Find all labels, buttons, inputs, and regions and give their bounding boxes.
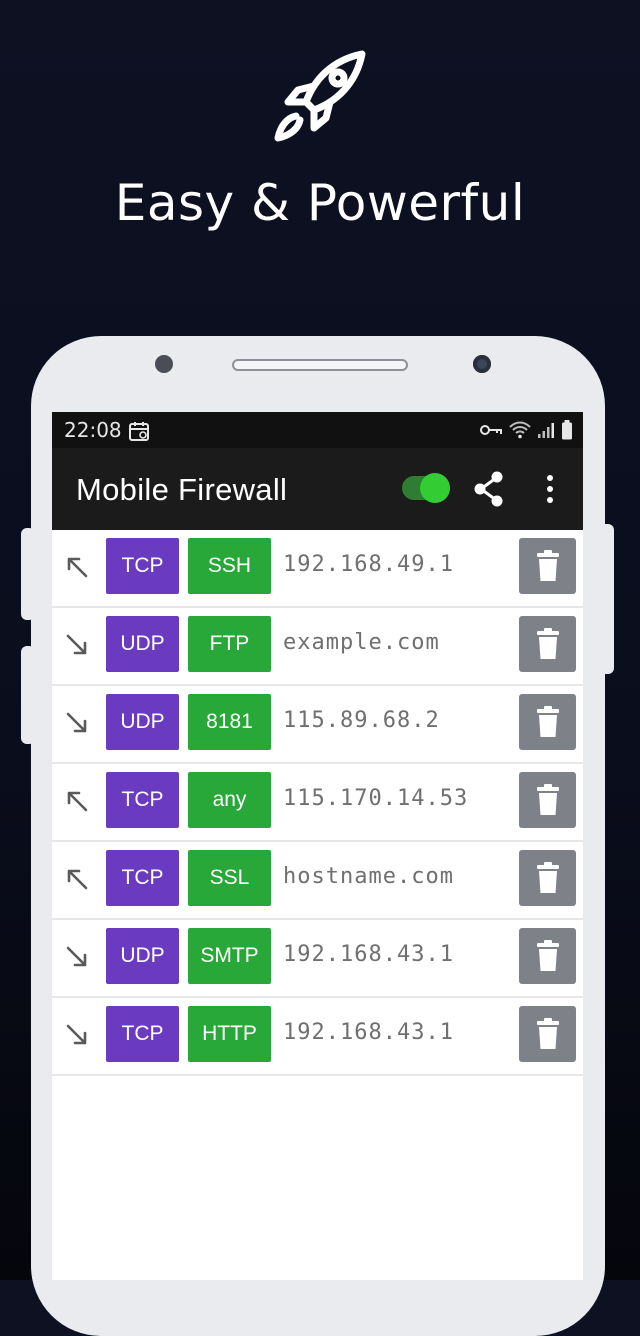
port-badge: SMTP: [188, 928, 271, 984]
host-text: example.com: [283, 630, 440, 655]
protocol-badge: UDP: [106, 616, 179, 672]
phone-side-button: [21, 646, 35, 744]
firewall-toggle-knob[interactable]: [420, 473, 450, 503]
host-text: 115.89.68.2: [283, 708, 440, 733]
phone-screen: 22:08 Mobile Firewall TCP SSH 192.168.49…: [52, 412, 583, 1280]
phone-side-button: [600, 524, 614, 674]
protocol-badge: TCP: [106, 1006, 179, 1062]
rule-row[interactable]: UDP SMTP 192.168.43.1: [52, 920, 583, 998]
delete-button[interactable]: [519, 850, 576, 906]
arrow-down-right-icon: [66, 946, 87, 967]
arrow-down-right-icon: [66, 634, 87, 655]
host-text: 192.168.43.1: [283, 1020, 454, 1045]
trash-icon: [536, 628, 559, 659]
delete-button[interactable]: [519, 538, 576, 594]
calendar-icon: [129, 422, 149, 441]
app-title: Mobile Firewall: [76, 472, 288, 507]
more-vert-icon[interactable]: [538, 472, 562, 506]
arrow-down-right-icon: [66, 1024, 87, 1045]
trash-icon: [536, 550, 559, 581]
front-camera: [473, 355, 491, 373]
port-badge: SSL: [188, 850, 271, 906]
arrow-up-left-icon: [67, 791, 88, 812]
host-text: 115.170.14.53: [283, 786, 469, 811]
signal-icon: [538, 423, 554, 438]
rule-row[interactable]: TCP HTTP 192.168.43.1: [52, 998, 583, 1076]
rule-row[interactable]: TCP SSH 192.168.49.1: [52, 530, 583, 608]
protocol-badge: TCP: [106, 772, 179, 828]
vpn-key-icon: [480, 425, 502, 435]
rule-row[interactable]: TCP SSL hostname.com: [52, 842, 583, 920]
delete-button[interactable]: [519, 1006, 576, 1062]
trash-icon: [536, 1018, 559, 1049]
rule-row[interactable]: UDP FTP example.com: [52, 608, 583, 686]
protocol-badge: TCP: [106, 850, 179, 906]
arrow-down-right-icon: [66, 712, 87, 733]
trash-icon: [536, 784, 559, 815]
delete-button[interactable]: [519, 694, 576, 750]
phone-side-button: [21, 528, 35, 620]
delete-button[interactable]: [519, 616, 576, 672]
share-icon[interactable]: [472, 470, 506, 508]
earpiece-speaker: [232, 359, 408, 371]
wifi-icon: [509, 421, 531, 439]
trash-icon: [536, 706, 559, 737]
proximity-sensor: [155, 355, 173, 373]
host-text: 192.168.49.1: [283, 552, 454, 577]
protocol-badge: TCP: [106, 538, 179, 594]
port-badge: FTP: [188, 616, 271, 672]
port-badge: 8181: [188, 694, 271, 750]
app-bar: Mobile Firewall: [52, 448, 583, 530]
host-text: 192.168.43.1: [283, 942, 454, 967]
arrow-up-left-icon: [67, 557, 88, 578]
port-badge: SSH: [188, 538, 271, 594]
hero-title: Easy & Powerful: [114, 174, 526, 232]
port-badge: HTTP: [188, 1006, 271, 1062]
trash-icon: [536, 862, 559, 893]
status-bar: 22:08: [52, 412, 583, 448]
arrow-up-left-icon: [67, 869, 88, 890]
port-badge: any: [188, 772, 271, 828]
rocket-icon: [274, 50, 366, 142]
battery-icon: [562, 420, 572, 440]
rule-list: TCP SSH 192.168.49.1 UDP FTP example.com UDP 81…: [52, 530, 583, 1076]
delete-button[interactable]: [519, 928, 576, 984]
rule-row[interactable]: TCP any 115.170.14.53: [52, 764, 583, 842]
protocol-badge: UDP: [106, 928, 179, 984]
rule-row[interactable]: UDP 8181 115.89.68.2: [52, 686, 583, 764]
status-time: 22:08: [64, 418, 122, 442]
trash-icon: [536, 940, 559, 971]
protocol-badge: UDP: [106, 694, 179, 750]
host-text: hostname.com: [283, 864, 454, 889]
delete-button[interactable]: [519, 772, 576, 828]
